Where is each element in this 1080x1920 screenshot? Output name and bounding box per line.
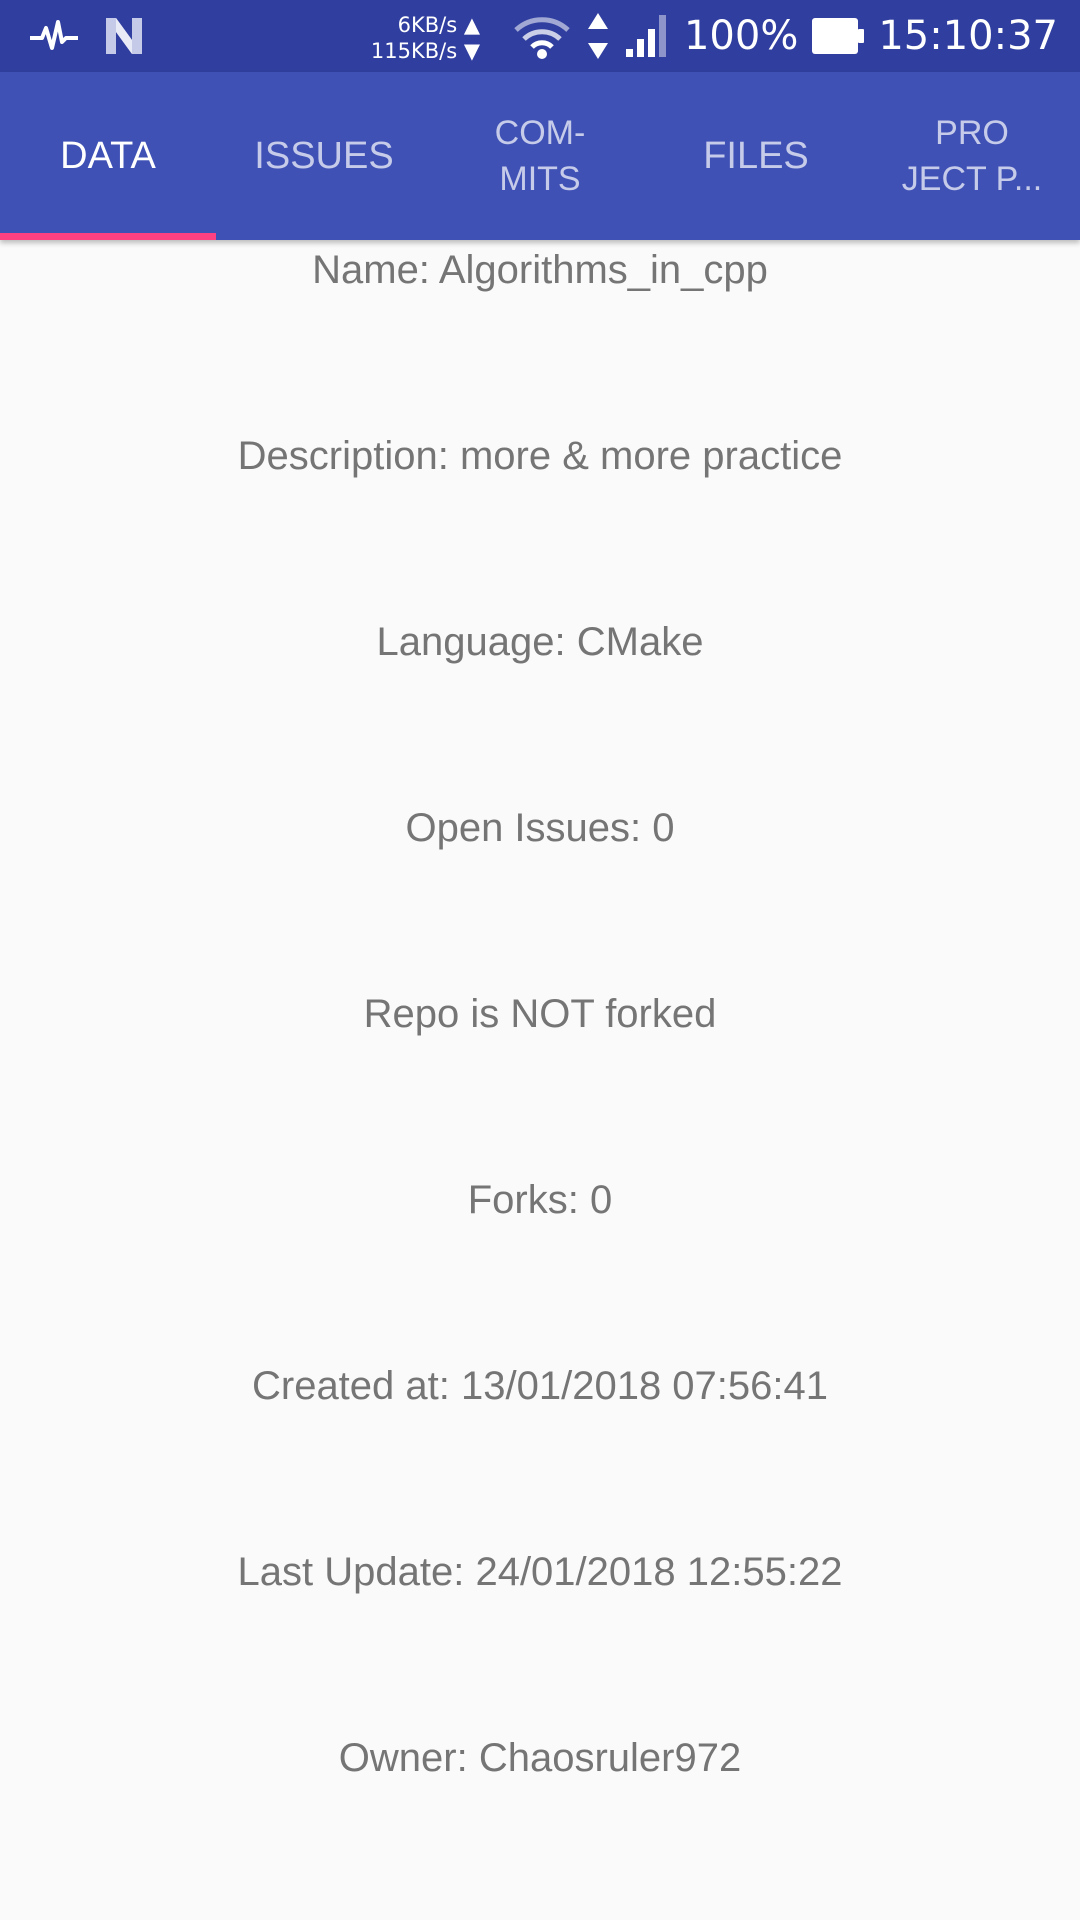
repo-open-issues: Open Issues: 0 — [405, 806, 675, 850]
tab-project-page-label: PRO JECT P... — [901, 114, 1043, 198]
repo-language: Language: CMake — [376, 620, 704, 664]
repo-name: Name: Algorithms_in_cpp — [312, 248, 768, 292]
battery-icon — [812, 16, 865, 56]
battery-percent: 100% — [683, 13, 799, 59]
status-bar: 6KB/s ▲ 115KB/s ▼ 100% 15:10:37 — [0, 0, 1080, 72]
repo-owner: Owner: Chaosruler972 — [338, 1736, 742, 1780]
tab-commits-label: COM- MITS — [494, 114, 586, 198]
data-arrows-icon — [587, 13, 608, 59]
upload-speed: 6KB/s ▲ — [397, 13, 480, 37]
tab-indicator — [0, 233, 216, 240]
status-left-icons — [28, 14, 146, 58]
download-speed: 115KB/s ▼ — [370, 39, 480, 63]
tab-project-page[interactable]: PRO JECT P... — [864, 72, 1080, 240]
repo-created-at: Created at: 13/01/2018 07:56:41 — [251, 1364, 828, 1408]
signal-icon — [625, 15, 666, 57]
status-right: 100% 15:10:37 — [512, 0, 1058, 72]
tab-issues[interactable]: ISSUES — [216, 72, 432, 240]
n-logo-icon — [106, 18, 142, 54]
network-speed: 6KB/s ▲ 115KB/s ▼ — [350, 12, 480, 64]
repo-forks: Forks: 0 — [467, 1178, 613, 1222]
repo-fork-status: Repo is NOT forked — [363, 992, 717, 1036]
tab-bar: DATA ISSUES COM- MITS FILES PRO JECT P..… — [0, 72, 1080, 240]
tab-commits[interactable]: COM- MITS — [432, 72, 648, 240]
tab-files[interactable]: FILES — [648, 72, 864, 240]
tab-files-label: FILES — [703, 134, 809, 177]
wifi-icon — [514, 17, 570, 59]
tab-issues-label: ISSUES — [254, 134, 394, 177]
repo-last-update: Last Update: 24/01/2018 12:55:22 — [237, 1550, 843, 1594]
tab-data-label: DATA — [60, 134, 156, 177]
pulse-icon — [30, 20, 78, 50]
clock: 15:10:37 — [878, 13, 1058, 59]
repo-description: Description: more & more practice — [237, 434, 843, 478]
tab-data[interactable]: DATA — [0, 72, 216, 240]
